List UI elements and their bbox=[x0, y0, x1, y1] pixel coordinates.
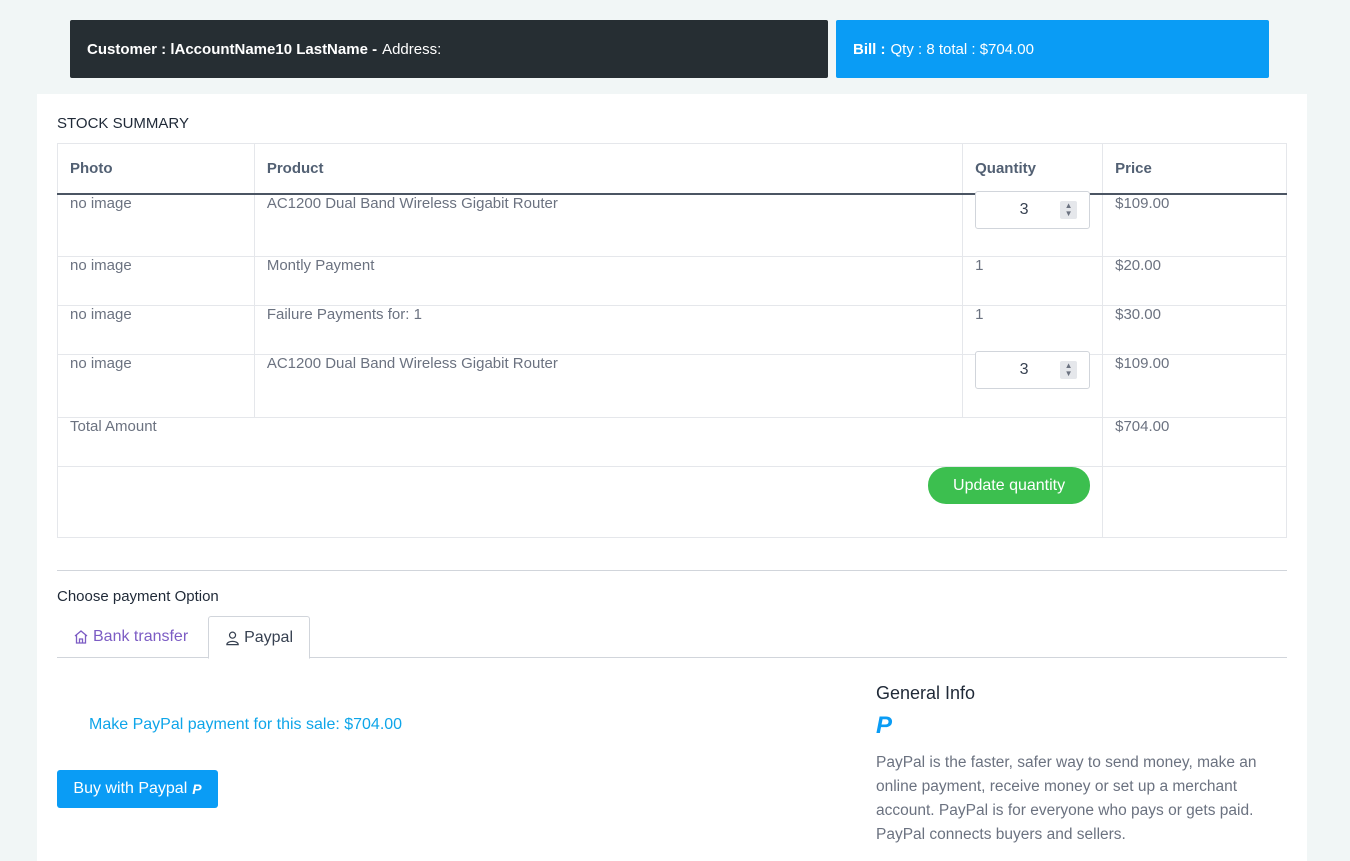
update-row: Update quantity bbox=[56, 466, 1287, 538]
tab-bank-transfer[interactable]: Bank transfer bbox=[57, 616, 204, 658]
quantity-stepper[interactable]: 3 ▲ ▼ bbox=[975, 190, 1091, 229]
payment-tabs: Bank transfer Paypal bbox=[57, 616, 1287, 659]
cell-product: AC1200 Dual Band Wireless Gigabit Router bbox=[253, 354, 964, 418]
buy-with-paypal-label: Buy with Paypal bbox=[73, 780, 188, 797]
paypal-icon: P bbox=[192, 781, 202, 797]
bill-summary-text: Qty : 8 total : $704.00 bbox=[890, 40, 1034, 58]
paypal-payment-text: Make PayPal payment for this sale: $704.… bbox=[89, 716, 403, 733]
section-divider bbox=[57, 570, 1287, 571]
cell-product: Failure Payments for: 1 bbox=[253, 305, 964, 355]
spinner-arrows-icon[interactable]: ▲ ▼ bbox=[1060, 200, 1078, 219]
cell-quantity: 1 bbox=[962, 256, 1104, 306]
top-bar: Customer : lAccountName10 LastName - Add… bbox=[70, 20, 1269, 78]
total-amount-label: Total Amount bbox=[56, 417, 1104, 467]
bank-icon bbox=[74, 630, 88, 644]
total-amount-value: $704.00 bbox=[1102, 417, 1287, 467]
bill-label: Bill : bbox=[853, 40, 886, 58]
header-price: Price bbox=[1102, 143, 1287, 195]
main-panel: STOCK SUMMARY Photo Product Quantity Pri… bbox=[37, 94, 1307, 861]
tab-paypal[interactable]: Paypal bbox=[208, 616, 310, 659]
cell-quantity: 1 bbox=[962, 305, 1104, 355]
cell-photo: no image bbox=[57, 193, 255, 257]
update-cell: Update quantity bbox=[56, 466, 1104, 538]
cell-quantity: 3 ▲ ▼ bbox=[962, 351, 1104, 418]
empty-cell bbox=[1102, 466, 1287, 538]
table-row: no image AC1200 Dual Band Wireless Gigab… bbox=[57, 351, 1287, 418]
table-header-row: Photo Product Quantity Price bbox=[57, 143, 1287, 195]
update-quantity-button[interactable]: Update quantity bbox=[928, 467, 1091, 504]
quantity-value[interactable]: 3 bbox=[976, 201, 1072, 219]
cell-photo: no image bbox=[57, 305, 255, 355]
cell-quantity: 3 ▲ ▼ bbox=[962, 190, 1104, 257]
cell-price: $20.00 bbox=[1102, 256, 1287, 306]
table-row: no image Montly Payment 1 $20.00 bbox=[57, 256, 1287, 306]
user-icon bbox=[226, 631, 239, 645]
header-photo: Photo bbox=[57, 143, 255, 195]
cell-price: $30.00 bbox=[1102, 305, 1287, 355]
general-info-description: PayPal is the faster, safer way to send … bbox=[876, 754, 1257, 843]
buy-with-paypal-button[interactable]: Buy with Paypal P bbox=[57, 770, 218, 808]
customer-info-box: Customer : lAccountName10 LastName - Add… bbox=[70, 20, 828, 78]
header-quantity: Quantity bbox=[962, 143, 1104, 195]
table-row: no image AC1200 Dual Band Wireless Gigab… bbox=[57, 190, 1287, 257]
stock-table: Photo Product Quantity Price no image AC… bbox=[56, 143, 1287, 538]
payment-option-title: Choose payment Option bbox=[57, 588, 219, 605]
spinner-arrows-icon[interactable]: ▲ ▼ bbox=[1060, 361, 1078, 379]
customer-address-label: Address: bbox=[382, 40, 442, 58]
cell-product: AC1200 Dual Band Wireless Gigabit Router bbox=[253, 193, 964, 257]
cell-price: $109.00 bbox=[1102, 354, 1287, 418]
quantity-stepper[interactable]: 3 ▲ ▼ bbox=[975, 351, 1091, 389]
paypal-icon: P bbox=[876, 712, 893, 739]
general-info-title: General Info bbox=[876, 683, 976, 703]
total-row: Total Amount $704.00 bbox=[56, 417, 1287, 467]
quantity-value[interactable]: 3 bbox=[976, 361, 1072, 379]
table-row: no image Failure Payments for: 1 1 $30.0… bbox=[57, 305, 1287, 355]
cell-photo: no image bbox=[57, 256, 255, 306]
stock-summary-title: STOCK SUMMARY bbox=[57, 115, 189, 132]
tab-bank-label: Bank transfer bbox=[93, 628, 189, 645]
header-product: Product bbox=[253, 143, 964, 195]
tab-paypal-label: Paypal bbox=[244, 628, 293, 646]
customer-label: Customer : lAccountName10 LastName - bbox=[87, 40, 378, 58]
cell-product: Montly Payment bbox=[253, 256, 964, 306]
bill-summary-box: Bill : Qty : 8 total : $704.00 bbox=[836, 20, 1269, 78]
cell-photo: no image bbox=[57, 354, 255, 418]
cell-price: $109.00 bbox=[1102, 193, 1287, 257]
